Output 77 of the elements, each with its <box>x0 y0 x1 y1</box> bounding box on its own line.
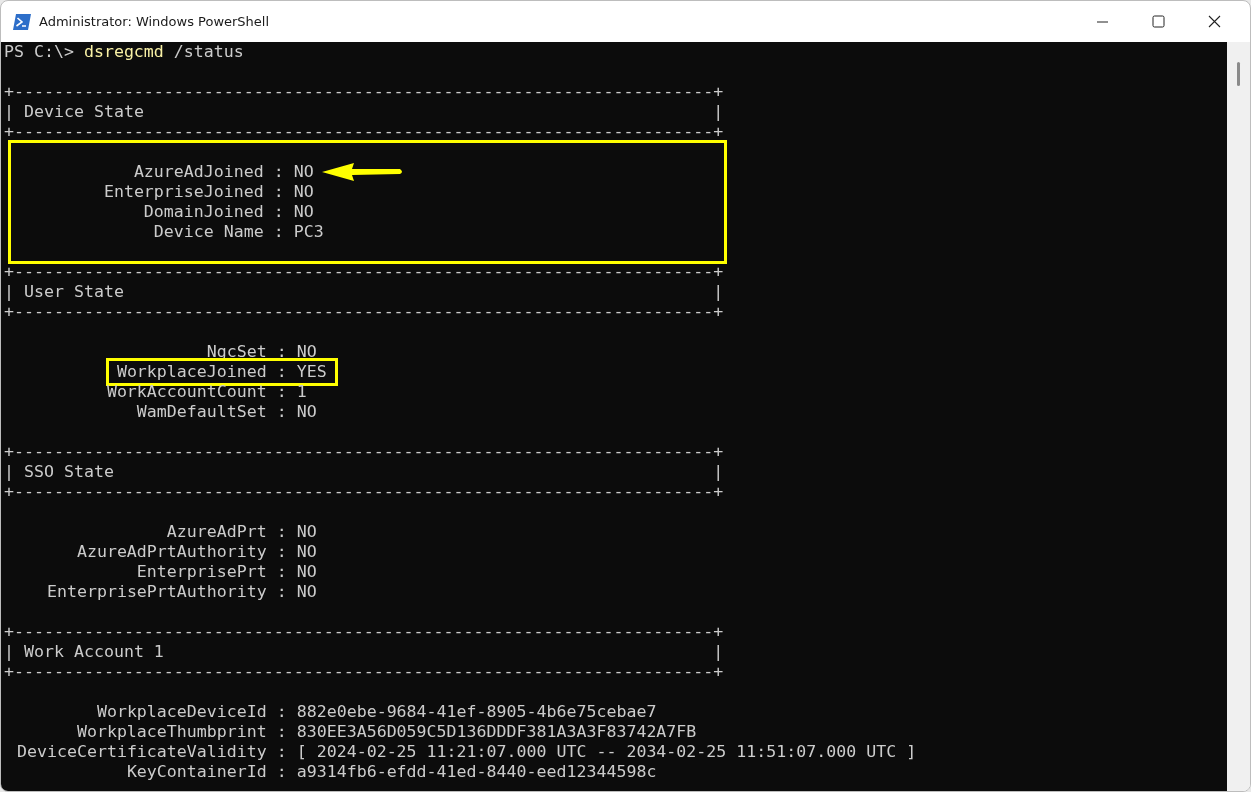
section-title: User State <box>24 282 125 302</box>
close-icon <box>1207 15 1221 28</box>
border-line: +----------------------------------------------------------------------+ <box>4 262 724 282</box>
field-key: AzureAdPrtAuthority <box>76 542 267 562</box>
command-argument: /status <box>173 42 244 62</box>
field-value: NO <box>296 582 317 602</box>
section-title: Work Account 1 <box>24 642 165 662</box>
field-key: KeyContainerId <box>126 762 267 782</box>
field-separator: : <box>273 182 284 202</box>
field-key: NgcSet <box>206 342 267 362</box>
border-line: | <box>713 462 724 482</box>
field-value: NO <box>296 522 317 542</box>
border-line: +----------------------------------------------------------------------+ <box>4 662 724 682</box>
border-line: | <box>713 102 724 122</box>
field-key: WorkplaceJoined <box>116 362 267 382</box>
field-key: WorkplaceThumbprint <box>76 722 267 742</box>
field-separator: : <box>276 342 287 362</box>
field-key: DomainJoined <box>143 202 264 222</box>
field-value: 830EE3A56D059C5D136DDDF381A3A3F83742A7FB <box>296 722 697 742</box>
field-separator: : <box>273 202 284 222</box>
section-title: Device State <box>24 102 145 122</box>
field-key: AzureAdJoined <box>133 162 264 182</box>
field-key: WorkAccountCount <box>106 382 267 402</box>
field-separator: : <box>276 562 287 582</box>
field-value: a9314fb6-efdd-41ed-8440-eed12344598c <box>296 762 657 782</box>
border-line: | <box>4 462 14 482</box>
field-separator: : <box>276 702 287 722</box>
field-value: NO <box>296 342 317 362</box>
border-line: | <box>713 282 724 302</box>
field-value: YES <box>296 362 327 382</box>
border-line: +----------------------------------------------------------------------+ <box>4 122 724 142</box>
field-key: EnterprisePrt <box>136 562 267 582</box>
field-value: NO <box>296 542 317 562</box>
border-line: +----------------------------------------------------------------------+ <box>4 302 724 322</box>
border-line: | <box>4 282 14 302</box>
border-line: | <box>4 102 14 122</box>
field-separator: : <box>276 362 287 382</box>
field-value: NO <box>293 162 314 182</box>
field-value: NO <box>296 402 317 422</box>
field-value: NO <box>293 182 314 202</box>
powershell-icon <box>13 13 31 30</box>
border-line: +----------------------------------------------------------------------+ <box>4 482 724 502</box>
maximize-icon <box>1151 15 1165 28</box>
border-line: | <box>713 642 724 662</box>
field-value: 1 <box>296 382 307 402</box>
field-separator: : <box>276 522 287 542</box>
border-line: | <box>4 642 14 662</box>
field-value: [ 2024-02-25 11:21:07.000 UTC -- 2034-02-25 11:51:07.000 UTC ] <box>296 742 917 762</box>
field-separator: : <box>273 162 284 182</box>
scrollbar[interactable] <box>1227 42 1250 791</box>
field-separator: : <box>276 582 287 602</box>
field-key: WamDefaultSet <box>136 402 267 422</box>
field-separator: : <box>276 542 287 562</box>
field-separator: : <box>276 402 287 422</box>
field-key: EnterpriseJoined <box>103 182 264 202</box>
field-key: AzureAdPrt <box>166 522 267 542</box>
field-key: EnterprisePrtAuthority <box>46 582 267 602</box>
border-line: +----------------------------------------------------------------------+ <box>4 82 724 102</box>
field-key: Device Name <box>153 222 264 242</box>
field-separator: : <box>276 742 287 762</box>
command-name: dsregcmd <box>83 42 164 62</box>
section-title: SSO State <box>24 462 115 482</box>
field-key: DeviceCertificateValidity <box>17 742 267 762</box>
field-separator: : <box>276 762 287 782</box>
field-key: WorkplaceDeviceId <box>96 702 267 722</box>
field-value: 882e0ebe-9684-41ef-8905-4b6e75cebae7 <box>296 702 657 722</box>
prompt: PS C:\> <box>4 42 74 62</box>
minimize-icon <box>1096 20 1108 23</box>
field-separator: : <box>276 382 287 402</box>
field-value: PC3 <box>293 222 324 242</box>
field-value: NO <box>293 202 314 222</box>
field-separator: : <box>273 222 284 242</box>
field-separator: : <box>276 722 287 742</box>
border-line: +----------------------------------------------------------------------+ <box>4 442 724 462</box>
border-line: +----------------------------------------------------------------------+ <box>4 622 724 642</box>
field-value: NO <box>296 562 317 582</box>
window-title: Administrator: Windows PowerShell <box>39 14 271 29</box>
